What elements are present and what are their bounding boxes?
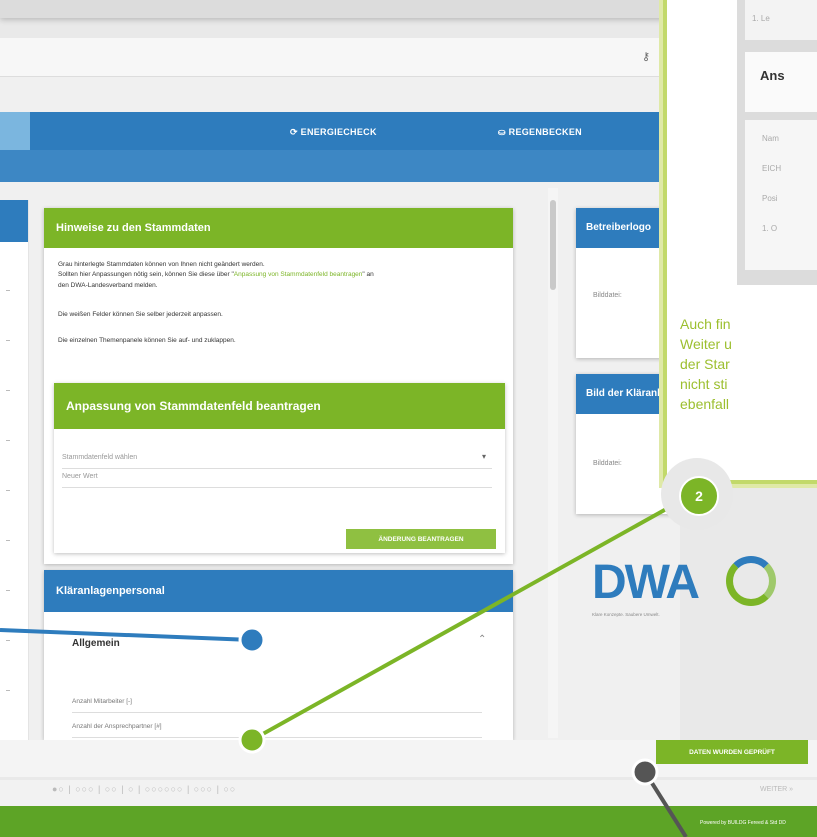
callout-connectors [0, 496, 688, 837]
green-connector-line [251, 496, 687, 742]
grey-callout-dot [631, 758, 659, 786]
step-badge: 2 [679, 476, 719, 516]
blue-connector-line [0, 628, 253, 642]
blue-callout-dot [238, 626, 266, 654]
green-callout-dot [238, 726, 266, 754]
